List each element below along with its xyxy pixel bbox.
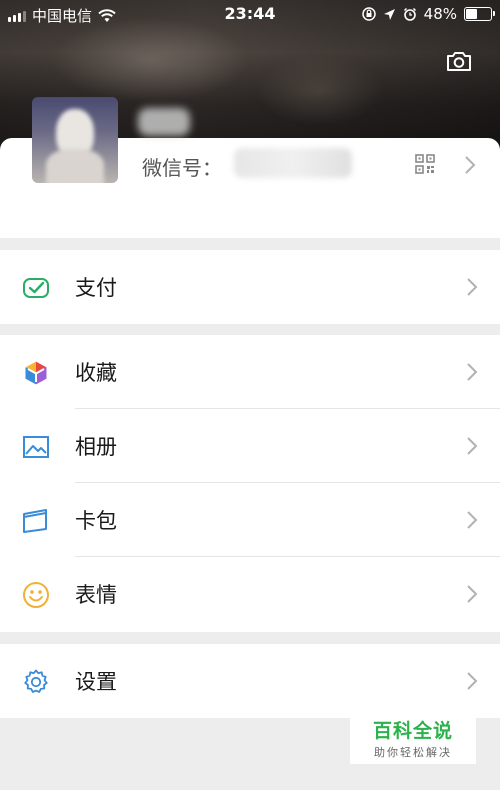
chevron-right-icon	[467, 672, 478, 690]
location-icon	[383, 8, 395, 20]
chevron-right-icon	[467, 511, 478, 529]
menu-item-cards[interactable]: 卡包	[0, 483, 500, 557]
menu-label-stickers: 表情	[75, 583, 117, 607]
wechat-id-redacted	[234, 148, 352, 178]
qr-code-icon[interactable]	[415, 154, 435, 174]
menu-label-album: 相册	[75, 435, 117, 459]
menu-label-pay: 支付	[75, 276, 117, 300]
profile-chevron-right-icon	[465, 156, 476, 174]
features-section: 收藏 相册 卡包 表情	[0, 335, 500, 632]
gear-icon	[24, 669, 48, 693]
chevron-right-icon	[467, 437, 478, 455]
avatar[interactable]	[32, 97, 118, 183]
settings-section: 设置	[0, 644, 500, 718]
nickname-redacted	[138, 108, 190, 136]
image-icon	[23, 436, 49, 458]
watermark-logo: 百科全说 助你轻松解决	[350, 710, 476, 764]
menu-item-pay[interactable]: 支付	[0, 250, 500, 324]
watermark-subtitle: 助你轻松解决	[374, 746, 452, 759]
menu-item-favorites[interactable]: 收藏	[0, 335, 500, 409]
chevron-right-icon	[467, 363, 478, 381]
smiley-icon	[23, 582, 49, 608]
menu-item-album[interactable]: 相册	[0, 409, 500, 483]
card-icon	[23, 509, 47, 533]
orientation-lock-icon	[361, 7, 376, 21]
menu-label-cards: 卡包	[75, 509, 117, 533]
alarm-icon	[403, 7, 416, 21]
chevron-right-icon	[467, 278, 478, 296]
chevron-right-icon	[467, 585, 478, 603]
battery-percent: 48%	[423, 5, 457, 23]
cube-icon	[24, 360, 48, 386]
menu-label-favorites: 收藏	[75, 361, 117, 385]
menu-label-settings: 设置	[75, 670, 117, 694]
menu-item-stickers[interactable]: 表情	[0, 557, 500, 631]
camera-icon[interactable]	[446, 50, 472, 72]
pay-section: 支付	[0, 250, 500, 324]
wechat-id-label: 微信号：	[142, 156, 222, 180]
wallet-check-icon	[23, 278, 49, 298]
watermark-title: 百科全说	[372, 720, 453, 742]
battery-icon	[464, 7, 495, 21]
menu-item-settings[interactable]: 设置	[0, 644, 500, 718]
status-bar: 中国电信 23:44 48%	[0, 0, 500, 28]
